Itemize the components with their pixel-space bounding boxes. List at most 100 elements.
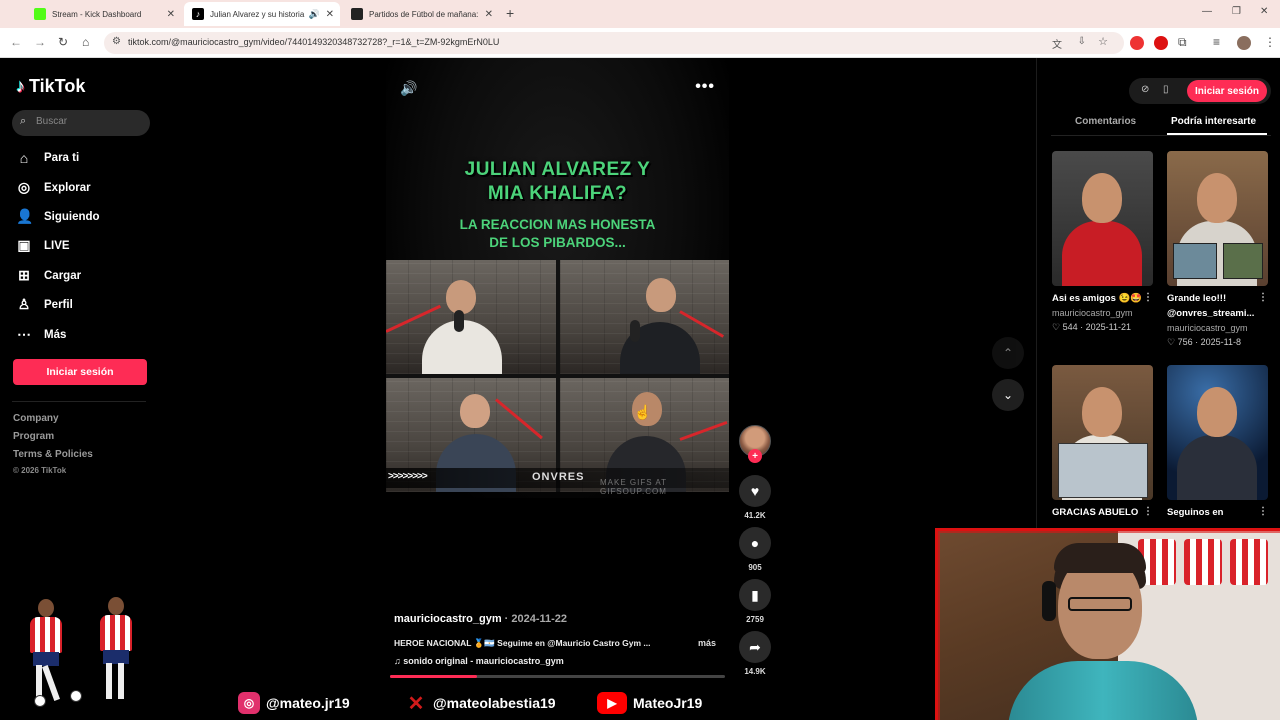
video-thumbnail[interactable] — [1167, 151, 1268, 286]
screen: Stream - Kick Dashboard ✕ ♪ Julian Alvar… — [0, 0, 1280, 720]
sidebar-item-perfil[interactable]: ♙ Perfil — [16, 296, 73, 313]
new-tab-button[interactable]: + — [506, 5, 514, 21]
card-title: Seguinos en — [1167, 507, 1224, 518]
chevron-down-icon: ⌄ — [1002, 388, 1014, 402]
comment-action[interactable]: ● 905 — [739, 527, 771, 572]
share-icon[interactable]: ➦ — [739, 631, 771, 663]
footer-link-terms[interactable]: Terms & Policies — [13, 449, 93, 460]
music-label[interactable]: ♫ sonido original - mauriciocastro_gym — [394, 656, 564, 666]
tab-podria-interesarte[interactable]: Podría interesarte — [1171, 116, 1256, 127]
coin-icon[interactable]: ⊘ — [1141, 84, 1149, 95]
install-app-icon[interactable]: ⇩ — [1078, 36, 1086, 47]
footer-link-company[interactable]: Company — [13, 413, 59, 424]
tiktok-logo[interactable]: ♪ TikTok — [16, 76, 85, 97]
close-tab-icon[interactable]: ✕ — [326, 9, 334, 20]
video-thumbnail[interactable] — [1167, 365, 1268, 500]
sidebar-item-live[interactable]: ▣ LIVE — [16, 237, 69, 254]
card-title: GRACIAS ABUELO — [1052, 507, 1139, 518]
extension-icon[interactable] — [1130, 36, 1144, 50]
translate-icon[interactable]: 文 — [1052, 36, 1062, 51]
url-field[interactable]: ⚙ tiktok.com/@mauriciocastro_gym/video/7… — [104, 32, 1124, 54]
card-more-icon[interactable]: ⋮ — [1143, 292, 1153, 303]
bookmark-star-icon[interactable]: ☆ — [1098, 35, 1108, 48]
video-thumbnail[interactable] — [1052, 151, 1153, 286]
home-icon[interactable]: ⌂ — [82, 35, 89, 49]
kick-favicon-icon — [34, 8, 46, 20]
video-progress-fill — [390, 675, 478, 678]
profile-avatar-icon[interactable] — [1237, 36, 1251, 50]
social-x: ✕ @mateolabestia19 — [405, 692, 556, 715]
tab-comentarios[interactable]: Comentarios — [1075, 116, 1136, 127]
card-more-icon[interactable]: ⋮ — [1258, 506, 1268, 517]
tab-tiktok-video[interactable]: ♪ Julian Alvarez y su historia c 🔊 ✕ — [184, 2, 340, 26]
sidebar-item-mas[interactable]: ⋯ Más — [16, 326, 66, 343]
suggested-video-card[interactable]: Seguinos en ⋮ — [1167, 365, 1268, 520]
share-action[interactable]: ➦ 14.9K — [739, 631, 771, 676]
players-graphic — [14, 595, 154, 710]
brand-name: TikTok — [29, 76, 86, 96]
video-caption: HEROE NACIONAL 🏅🇦🇷 Seguime en @Mauricio … — [394, 638, 651, 648]
video-thumbnail[interactable] — [1052, 365, 1153, 500]
follow-plus-icon[interactable]: + — [748, 449, 762, 463]
volume-icon[interactable]: 🔊 — [400, 80, 417, 97]
minimize-icon[interactable]: — — [1202, 6, 1212, 17]
video-author[interactable]: mauriciocastro_gym · 2024-11-22 — [394, 613, 567, 625]
video-panel — [559, 260, 729, 374]
tab-partidos[interactable]: Partidos de Fútbol de mañana: ✕ — [343, 2, 499, 26]
suggested-video-card[interactable]: Asi es amigos 😉🤩 ⋮ mauriciocastro_gym ♡ … — [1052, 151, 1153, 334]
header-login-button[interactable]: Iniciar sesión — [1187, 80, 1267, 102]
site-info-icon[interactable]: ⚙ — [112, 36, 121, 47]
more-icon: ⋯ — [17, 326, 31, 342]
caption-more-link[interactable]: más — [698, 638, 716, 648]
sidebar-item-cargar[interactable]: ⊞ Cargar — [16, 267, 81, 284]
audio-playing-icon[interactable]: 🔊 — [309, 9, 320, 20]
right-panel: ⊘ ▯ Iniciar sesión Comentarios Podría in… — [1036, 58, 1280, 528]
sidebar-item-explorar[interactable]: ◎ Explorar — [16, 179, 91, 196]
card-author[interactable]: mauriciocastro_gym — [1052, 306, 1153, 320]
share-count: 14.9K — [744, 667, 766, 676]
login-button[interactable]: Iniciar sesión — [13, 359, 147, 385]
mouse-cursor-icon: ☝ — [634, 404, 652, 420]
tab-label: Julian Alvarez y su historia c — [210, 9, 306, 19]
search-input[interactable] — [36, 116, 144, 127]
menu-kebab-icon[interactable]: ⋮ — [1264, 35, 1276, 49]
close-tab-icon[interactable]: ✕ — [485, 9, 493, 20]
upload-icon: ⊞ — [18, 267, 30, 283]
forward-icon[interactable]: → — [34, 35, 46, 49]
media-controls-icon[interactable]: ≡ — [1213, 35, 1220, 49]
video-player[interactable]: 🔊 ••• JULIAN ALVAREZ Y MIA KHALIFA? LA R… — [386, 58, 729, 682]
footer-link-program[interactable]: Program — [13, 431, 54, 442]
sidebar-item-label: Perfil — [44, 298, 73, 311]
next-video-button[interactable]: ⌄ — [992, 379, 1024, 411]
back-icon[interactable]: ← — [10, 35, 22, 49]
maximize-icon[interactable]: ❐ — [1232, 6, 1241, 17]
save-action[interactable]: ▮ 2759 — [739, 579, 771, 624]
comment-icon[interactable]: ● — [739, 527, 771, 559]
video-progress-bar[interactable] — [390, 675, 725, 678]
sidebar-item-siguiendo[interactable]: 👤 Siguiendo — [16, 208, 100, 225]
card-author[interactable]: mauriciocastro_gym — [1167, 321, 1268, 335]
tab-kick-dashboard[interactable]: Stream - Kick Dashboard ✕ — [26, 2, 181, 26]
close-window-icon[interactable]: ✕ — [1260, 6, 1268, 17]
social-handle: MateoJr19 — [633, 695, 703, 711]
suggested-video-card[interactable]: GRACIAS ABUELO ⋮ — [1052, 365, 1153, 520]
search-box[interactable]: ⌕ — [12, 110, 150, 136]
close-tab-icon[interactable]: ✕ — [167, 9, 175, 20]
sidebar-item-para-ti[interactable]: ⌂ Para ti — [16, 150, 79, 166]
like-action[interactable]: ♥ 41.2K — [739, 475, 771, 520]
card-more-icon[interactable]: ⋮ — [1143, 506, 1153, 517]
more-options-icon[interactable]: ••• — [695, 78, 715, 96]
heart-icon[interactable]: ♥ — [739, 475, 771, 507]
bookmark-icon[interactable]: ▮ — [739, 579, 771, 611]
author-name[interactable]: mauriciocastro_gym — [394, 613, 502, 625]
device-icon[interactable]: ▯ — [1163, 84, 1169, 95]
reload-icon[interactable]: ↻ — [58, 35, 68, 49]
card-more-icon[interactable]: ⋮ — [1258, 292, 1268, 303]
suggested-video-card[interactable]: Grande leo!!! @onvres_streami... ⋮ mauri… — [1167, 151, 1268, 349]
active-tab-indicator — [1167, 133, 1267, 135]
opera-icon[interactable] — [1154, 36, 1168, 50]
tab-divider — [1051, 135, 1271, 136]
previous-video-button[interactable]: ⌃ — [992, 337, 1024, 369]
card-title: Asi es amigos 😉🤩 — [1052, 293, 1143, 304]
extensions-puzzle-icon[interactable]: ⧉ — [1178, 35, 1187, 50]
